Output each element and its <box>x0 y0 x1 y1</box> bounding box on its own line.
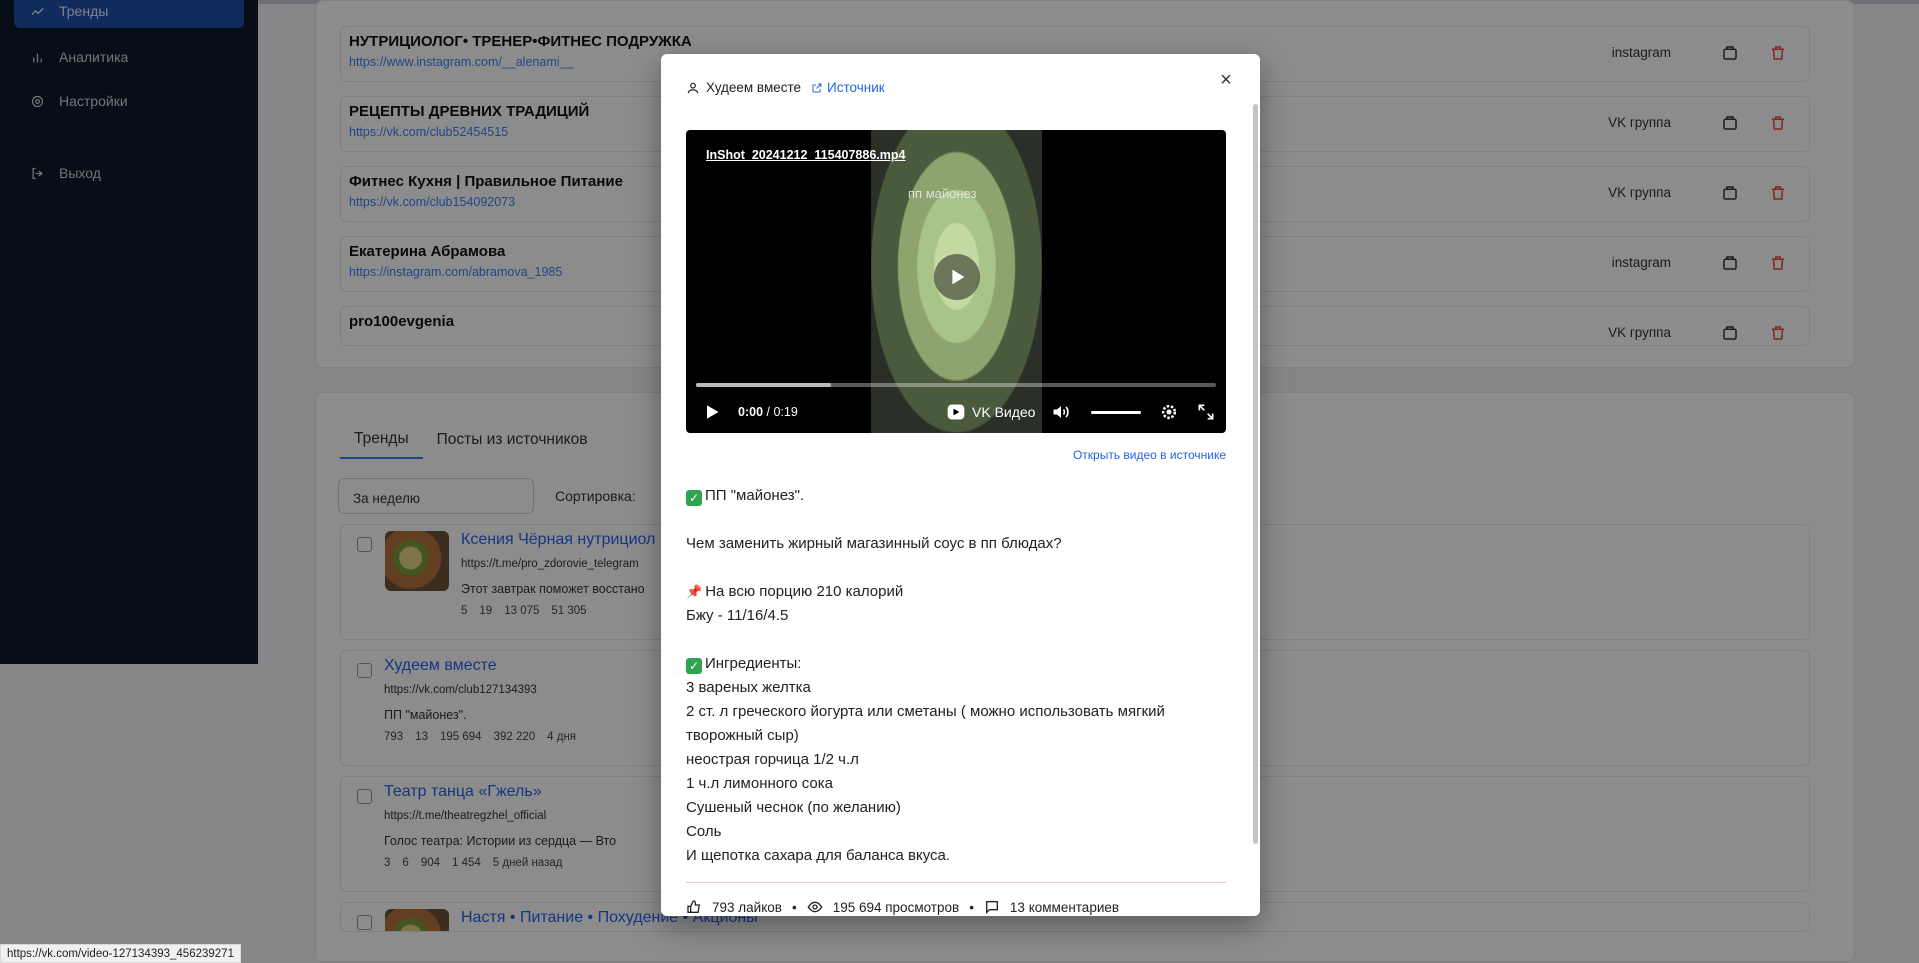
post-text-line: неострая горчица 1/2 ч.л <box>686 748 1216 772</box>
post-text-line: ✓ ПП "майонез". <box>686 484 1216 508</box>
volume-slider[interactable] <box>1091 411 1141 414</box>
post-text-line <box>686 508 1216 532</box>
post-text-line: И щепотка сахара для баланса вкуса. <box>686 844 1216 868</box>
volume-icon[interactable] <box>1051 402 1071 422</box>
post-text-content: Чем заменить жирный магазинный соус в пп… <box>686 535 1062 552</box>
video-player[interactable]: пп майонез InShot_20241212_115407886.mp4… <box>686 130 1226 433</box>
duration: 0:19 <box>773 405 798 419</box>
post-body: ✓ ПП "майонез". Чем заменить жирный магази… <box>686 484 1216 868</box>
post-text-line: Соль <box>686 820 1216 844</box>
video-time: 0:00 / 0:19 <box>738 405 798 419</box>
modal-scrollbar[interactable] <box>1253 104 1258 844</box>
settings-gear-icon[interactable] <box>1159 402 1179 422</box>
post-text-content: Соль <box>686 823 722 840</box>
post-text-line: Чем заменить жирный магазинный соус в пп… <box>686 532 1216 556</box>
checkmark-emoji-icon: ✓ <box>686 490 702 506</box>
post-text-line: 2 ст. л греческого йогурта или сметаны (… <box>686 700 1216 748</box>
fullscreen-icon[interactable] <box>1196 402 1216 422</box>
pushpin-emoji-icon: 📌 <box>686 584 703 599</box>
post-text-line: ✓ Ингредиенты: <box>686 652 1216 676</box>
stats-separator: • <box>969 899 974 915</box>
current-time: 0:00 <box>738 405 764 419</box>
external-link-icon <box>812 83 822 92</box>
status-bar-url: https://vk.com/video-127134393_456239271 <box>0 944 241 963</box>
post-text-content: 1 ч.л лимонного сока <box>686 775 834 792</box>
video-progress-bar[interactable] <box>696 383 1216 387</box>
video-filename[interactable]: InShot_20241212_115407886.mp4 <box>706 148 905 162</box>
stats-separator: • <box>791 899 797 915</box>
eye-icon <box>807 901 823 913</box>
stats-divider <box>686 882 1226 883</box>
play-icon[interactable] <box>702 402 722 422</box>
post-text-line: 1 ч.л лимонного сока <box>686 772 1216 796</box>
post-text-content: И щепотка сахара для баланса вкуса. <box>686 847 951 864</box>
views-stat: 195 694 просмотров <box>832 899 960 915</box>
post-text-line <box>686 556 1216 580</box>
vk-video-label: VK Видео <box>972 404 1036 420</box>
source-link[interactable]: Источник <box>811 80 885 95</box>
post-text-line: Бжу - 11/16/4.5 <box>686 604 1216 628</box>
post-text-content: 3 вареных желтка <box>686 679 811 696</box>
post-text-line <box>686 628 1216 652</box>
video-controls: 0:00 / 0:19 VK Видео <box>696 398 1216 426</box>
vk-video-brand[interactable]: VK Видео <box>946 402 1035 422</box>
post-text-line: 📌 На всю порцию 210 калорий <box>686 580 1216 604</box>
likes-stat: 793 лайков <box>712 899 782 915</box>
post-text-content: Бжу - 11/16/4.5 <box>686 607 789 624</box>
play-icon[interactable] <box>934 254 980 300</box>
comment-icon <box>985 901 998 914</box>
post-text-content: Ингредиенты: <box>705 655 802 672</box>
user-icon <box>687 82 699 93</box>
video-overlay-text: пп майонез <box>908 186 977 201</box>
source-link-label: Источник <box>827 80 885 95</box>
open-video-source-link[interactable]: Открыть видео в источнике <box>1073 448 1226 462</box>
post-text-content: ПП "майонез". <box>705 487 805 504</box>
post-text-content: На всю порцию 210 калорий <box>705 583 904 600</box>
close-icon[interactable]: × <box>1216 70 1236 90</box>
vk-video-logo-icon <box>947 404 965 420</box>
video-progress-fill <box>696 383 832 387</box>
modal-author: Худеем вместе <box>706 80 802 95</box>
post-text-content: неострая горчица 1/2 ч.л <box>686 751 859 768</box>
comments-stat: 13 комментариев <box>1009 899 1120 915</box>
post-stats-footer: 793 лайков • 195 694 просмотров • 13 ком… <box>686 899 1119 915</box>
post-text-content: Сушеный чеснок (по желанию) <box>686 799 901 816</box>
post-text-line: Сушеный чеснок (по желанию) <box>686 796 1216 820</box>
post-text-content: 2 ст. л греческого йогурта или сметаны (… <box>686 703 1170 744</box>
like-icon <box>687 900 701 913</box>
modal-header: Худеем вместе Источник <box>686 80 885 95</box>
checkmark-emoji-icon: ✓ <box>686 658 702 674</box>
post-text-line: 3 вареных желтка <box>686 676 1216 700</box>
post-modal: Худеем вместе Источник × пп майонез InSh… <box>661 54 1260 916</box>
